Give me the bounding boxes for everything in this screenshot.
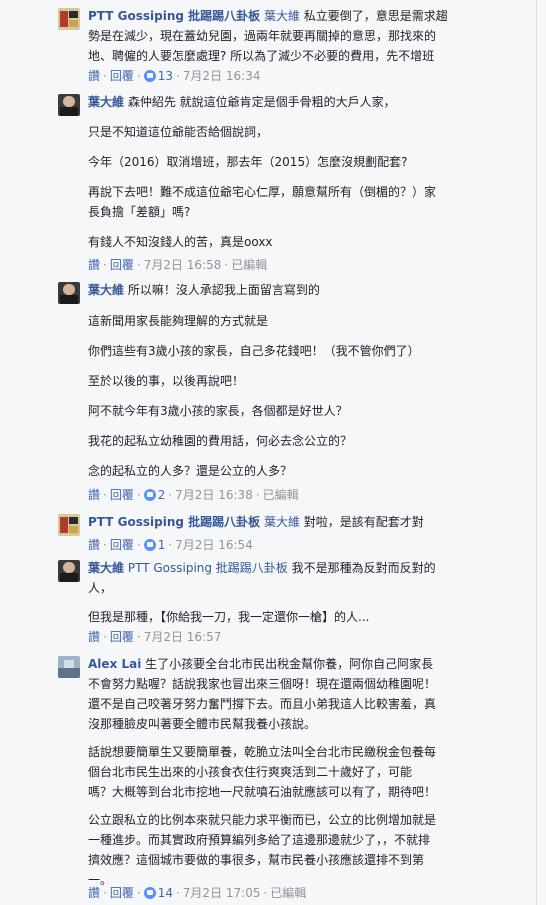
comment-text: 今年（2016）取消增班，那去年（2015）怎麼沒規劃配套? — [88, 155, 408, 169]
like-button[interactable]: 讚 — [88, 538, 100, 552]
comment-text: 再說下去吧！難不成這位爺宅心仁厚，願意幫所有（倒楣的？）家 — [88, 185, 437, 199]
comment-text: 不會努力點喔？話說我家也冒出來三個呀！現在還兩個幼稚園呢！ — [88, 677, 437, 691]
comment-text: 我不是那種為反對而反對的 — [287, 561, 436, 575]
like-button[interactable]: 讚 — [88, 69, 100, 83]
comment-text: 長負擔「差額」嗎? — [88, 205, 191, 219]
avatar[interactable] — [58, 656, 80, 678]
comment-text: 公立跟私立的比例本來就只能力求平衡而已，公立的比例增加就是 — [88, 813, 437, 827]
like-count[interactable]: 14 — [158, 886, 173, 900]
like-count[interactable]: 13 — [158, 69, 173, 83]
comment-text: 勢是在減少，現在蓋幼兒園，過兩年就要再關掉的意思，那找來的 — [88, 29, 437, 43]
comment-text: 一種進步。而其實政府預算編列多給了這邊那邊就少了，，不就排 — [88, 833, 431, 847]
avatar[interactable] — [58, 514, 80, 536]
avatar[interactable] — [58, 8, 80, 30]
comment-author[interactable]: Alex Lai — [88, 657, 141, 671]
comment-author[interactable]: PTT Gossiping 批踢踢八卦板 — [88, 9, 260, 23]
like-count[interactable]: 2 — [158, 488, 166, 502]
comment-text: 這新聞用家長能夠理解的方式就是 — [88, 314, 269, 328]
timestamp[interactable]: 7月2日 16:58 — [144, 258, 222, 272]
thumbs-up-icon — [143, 887, 156, 899]
comment-author[interactable]: PTT Gossiping 批踢踢八卦板 — [88, 515, 260, 529]
comment-text: 話說想要簡單生又要簡單養，乾脆立法叫全台北市民繳稅金包養每 — [88, 745, 437, 759]
comment-text: 只是不知道這位爺能否給個說詞， — [88, 125, 269, 139]
avatar[interactable] — [58, 560, 80, 582]
like-button[interactable]: 讚 — [88, 488, 100, 502]
comment-text: 所以嘛！沒人承認我上面留言寫到的 — [124, 283, 320, 297]
comment-text: 對啦，是該有配套才對 — [299, 515, 424, 529]
comment-author[interactable]: 葉大維 — [88, 561, 124, 575]
like-button[interactable]: 讚 — [88, 630, 100, 644]
comment-text: 念的起私立的人多？還是公立的人多？ — [88, 464, 293, 478]
comment-text: 擠效應？這個城市要做的事很多，幫市民養小孩應該還排不到第 — [88, 853, 425, 867]
comment-text: 森仲紹先 就說這位爺肯定是個手骨粗的大戶人家， — [124, 95, 396, 109]
comment-text: 還不是自己咬著牙努力奮鬥撐下去。而且小弟我這人比較害羞，真 — [88, 697, 437, 711]
comment-author[interactable]: 葉大維 — [88, 95, 124, 109]
comment-text: 生了小孩要全台北市民出稅金幫你養，阿你自己阿家長 — [141, 657, 434, 671]
thumbs-up-icon — [143, 70, 156, 82]
reply-button[interactable]: 回覆 — [110, 488, 134, 502]
like-count[interactable]: 1 — [158, 538, 166, 552]
edited-label[interactable]: 已編輯 — [270, 886, 306, 900]
timestamp[interactable]: 7月2日 16:57 — [144, 630, 222, 644]
thumbs-up-icon — [143, 539, 156, 551]
like-button[interactable]: 讚 — [88, 258, 100, 272]
comment-text: 有錢人不知沒錢人的苦，真是ooxx — [88, 235, 273, 249]
comment-text: 但我是那種，【你給我一刀，我一定還你一槍】的人... — [88, 610, 370, 624]
comment-text: 私立要倒了，意思是需求趨 — [299, 9, 448, 23]
reply-button[interactable]: 回覆 — [110, 886, 134, 900]
comment-text: 至於以後的事，以後再說吧！ — [88, 374, 245, 388]
comment-thread: PTT Gossiping 批踢踢八卦板 葉大維 私立要倒了，意思是需求趨 勢是… — [0, 0, 537, 905]
avatar[interactable] — [58, 282, 80, 304]
comment-text: 嗎？大概等到台北市挖地一尺就噴石油就應該可以有了，期待吧！ — [88, 785, 437, 799]
reply-button[interactable]: 回覆 — [110, 538, 134, 552]
comment-text: 個台北市民生出來的小孩食衣住行爽爽活到二十歲好了，可能 — [88, 765, 413, 779]
comment-text: 沒那種臉皮叫著要全體市民幫我養小孩說。 — [88, 717, 317, 731]
avatar[interactable] — [58, 94, 80, 116]
timestamp[interactable]: 7月2日 16:54 — [175, 538, 253, 552]
like-button[interactable]: 讚 — [88, 886, 100, 900]
comment-text: 阿不就今年有3歲小孩的家長，各個都是好世人？ — [88, 404, 348, 418]
reply-button[interactable]: 回覆 — [110, 258, 134, 272]
mention-tag[interactable]: PTT Gossiping 批踢踢八卦板 — [128, 561, 288, 575]
comment-author[interactable]: 葉大維 — [88, 283, 124, 297]
reply-button[interactable]: 回覆 — [110, 630, 134, 644]
comment-text: 地、聘僱的人要怎麼處理? 所以為了減少不必要的費用，先不增班 — [88, 49, 435, 63]
reply-button[interactable]: 回覆 — [110, 69, 134, 83]
timestamp[interactable]: 7月2日 17:05 — [183, 886, 261, 900]
comment-text: 我花的起私立幼稚園的費用話，何必去念公立的？ — [88, 434, 353, 448]
edited-label[interactable]: 已編輯 — [263, 488, 299, 502]
timestamp[interactable]: 7月2日 16:38 — [175, 488, 253, 502]
edited-label[interactable]: 已編輯 — [231, 258, 267, 272]
timestamp[interactable]: 7月2日 16:34 — [183, 69, 261, 83]
mention-tag[interactable]: 葉大維 — [264, 515, 300, 529]
thumbs-up-icon — [143, 489, 156, 501]
mention-tag[interactable]: 葉大維 — [264, 9, 300, 23]
comment-text: 人， — [88, 581, 113, 595]
comment-text: 你們這些有3歲小孩的家長，自己多花錢吧！（我不管你們了） — [88, 344, 420, 358]
